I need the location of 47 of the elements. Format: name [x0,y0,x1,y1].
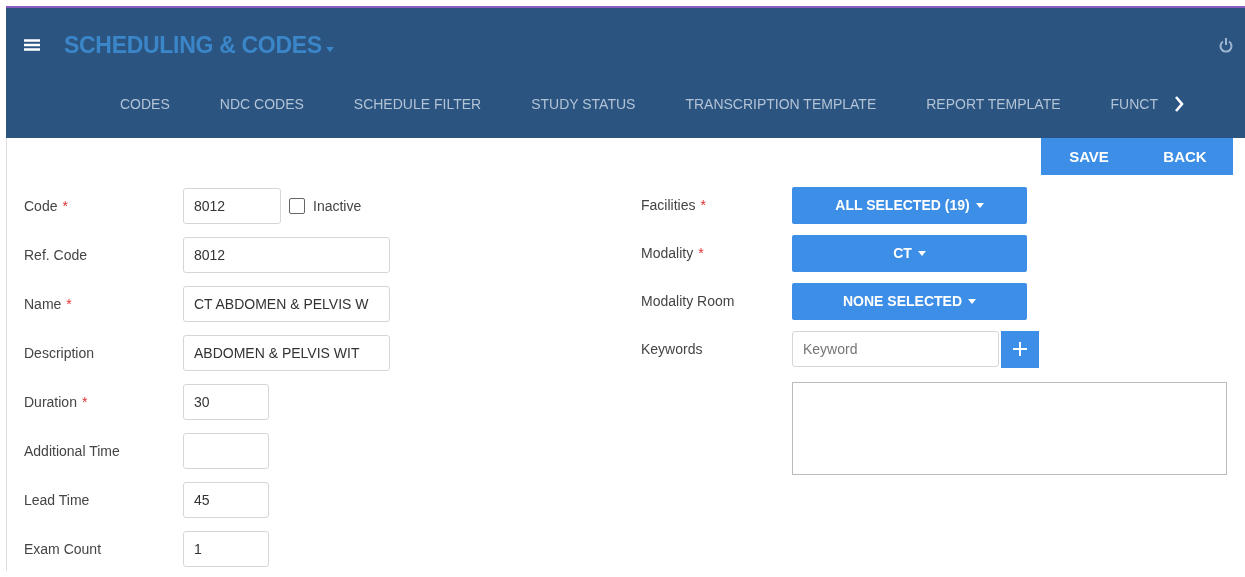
required-mark: * [700,197,706,213]
checkbox[interactable] [289,198,305,214]
nav-tab[interactable]: REPORT TEMPLATE [926,96,1061,112]
nav-tab[interactable]: FUNCT [1110,96,1158,112]
field-label: Name [24,296,62,312]
checkbox-label: Inactive [313,198,362,214]
nav-tab[interactable]: STUDY STATUS [531,96,636,112]
required-mark: * [66,296,72,312]
field-label: Modality [641,245,694,261]
caret-icon [325,47,334,52]
field-label: Lead Time [24,492,90,508]
nav-tab[interactable]: CODES [120,96,170,112]
add-button[interactable] [1001,330,1039,368]
input-field[interactable]: ABDOMEN & PELVIS WIT [183,335,390,371]
dropdown-button[interactable]: ALL SELECTED (19) [792,186,1027,224]
dropdown-button[interactable]: CT [792,234,1027,272]
caret-icon [968,298,976,304]
plus-icon [1012,341,1028,357]
power-icon[interactable] [1219,37,1233,53]
field-label: Modality Room [641,293,735,309]
nav-tab[interactable]: TRANSCRIPTION TEMPLATE [685,96,877,112]
field-label: Keywords [641,341,703,357]
chevron-right-icon[interactable] [1174,96,1184,112]
caret-icon [975,202,984,208]
required-mark: * [698,245,704,261]
nav-tab[interactable]: SCHEDULE FILTER [353,96,482,112]
required-mark: * [62,198,68,214]
nav-tab[interactable]: NDC CODES [219,96,304,112]
field-label: Facilities [641,197,696,213]
input-field[interactable]: 45 [183,482,269,518]
field-label: Ref. Code [24,247,88,263]
keyword-input[interactable]: Keyword [792,331,999,367]
field-label: Description [24,345,95,361]
input-field[interactable]: 8012 [183,188,281,224]
dropdown-button[interactable]: NONE SELECTED [792,282,1027,320]
input-field[interactable]: CT ABDOMEN & PELVIS W [183,286,390,322]
field-label: Code [24,198,58,214]
input-field[interactable] [183,433,269,469]
input-field[interactable]: 30 [183,384,269,420]
caret-icon [917,250,926,256]
input-field[interactable]: 1 [183,531,269,567]
field-label: Duration [24,394,77,410]
field-label: Additional Time [24,443,120,459]
menu-icon[interactable] [24,39,40,51]
required-mark: * [81,394,88,410]
input-field[interactable]: 8012 [183,237,390,273]
field-label: Exam Count [24,541,102,557]
